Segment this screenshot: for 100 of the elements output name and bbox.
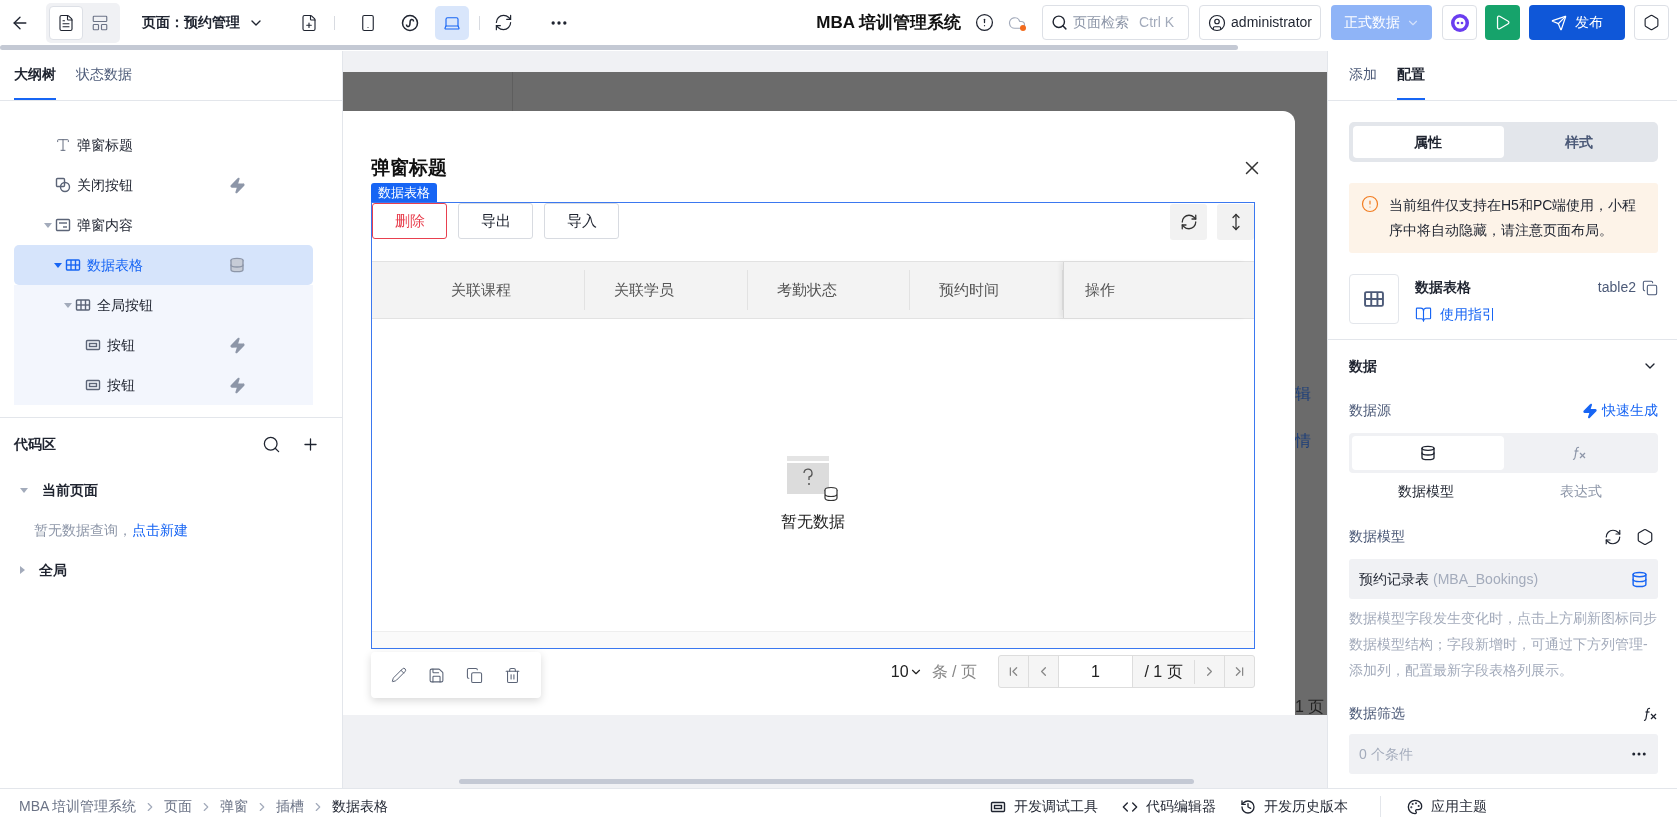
segment-tab[interactable]: 属性 <box>1353 126 1504 158</box>
view-mode-button[interactable] <box>49 5 83 40</box>
phone-icon <box>359 13 377 32</box>
column-header: 考勤状态 <box>748 270 910 310</box>
column-header: 关联学员 <box>585 270 748 310</box>
document-icon <box>57 13 75 32</box>
save-icon[interactable] <box>428 666 446 684</box>
quick-generate-link[interactable]: 快速生成 <box>1582 400 1658 421</box>
alert-icon[interactable] <box>975 13 995 32</box>
tree-item-label: 按钮 <box>107 375 136 395</box>
assistant-button[interactable] <box>1442 5 1477 40</box>
toolbar-button[interactable]: 导入 <box>544 203 619 239</box>
function-icon[interactable] <box>1642 705 1658 722</box>
status-bar-tool[interactable]: 开发调试工具 <box>990 796 1098 817</box>
code-group[interactable]: 当前页面 <box>0 470 342 510</box>
page-size-select[interactable]: 10 <box>890 659 923 684</box>
warning-text: 当前组件仅支持在H5和PC端使用，小程序中将自动隐藏，请注意页面布局。 <box>1389 196 1638 240</box>
page-size-unit: 条 / 页 <box>931 661 977 682</box>
tree-item-label: 数据表格 <box>87 255 144 275</box>
breadcrumb-item[interactable]: 弹窗 <box>220 796 249 817</box>
settings-button[interactable] <box>1634 5 1669 40</box>
app-title: MBA 培训管理系统 <box>816 11 962 34</box>
layout-icon <box>91 13 109 32</box>
bolt-icon[interactable] <box>229 176 246 194</box>
status-bar-tool[interactable]: 开发历史版本 <box>1240 796 1348 817</box>
delete-icon[interactable] <box>503 666 521 684</box>
section-header[interactable]: 数据 <box>1349 340 1658 392</box>
background-text: 1 页 <box>1295 697 1325 715</box>
publish-button[interactable]: 发布 <box>1529 5 1625 40</box>
panel-tab[interactable]: 大纲树 <box>14 51 56 100</box>
button-icon <box>85 337 101 353</box>
tree-item[interactable]: 数据表格 <box>14 245 313 285</box>
caret-icon[interactable] <box>20 566 25 574</box>
row-height-button[interactable] <box>1217 204 1254 240</box>
bolt-icon[interactable] <box>229 336 246 354</box>
panel-tab[interactable]: 状态数据 <box>76 51 132 100</box>
toolbar-button[interactable]: 导出 <box>458 203 533 239</box>
status-bar-tool[interactable]: 代码编辑器 <box>1122 796 1216 817</box>
status-bar-tool[interactable]: 应用主题 <box>1407 796 1487 817</box>
horizontal-scrollbar[interactable] <box>459 779 1194 784</box>
help-text: 数据模型字段发生变化时，点击上方刷新图标同步数据模型结构；字段新增时，可通过下方列管理-添加列，配置最新字段表格列展示。 <box>1349 609 1658 680</box>
caret-icon[interactable] <box>44 222 52 228</box>
component-name: 数据表格 <box>1415 278 1471 297</box>
source-option-label: 数据模型 <box>1397 482 1456 501</box>
user-button[interactable]: administrator <box>1199 5 1321 40</box>
tree-item-label: 按钮 <box>107 335 136 355</box>
search-input[interactable]: 页面检索 <box>1073 12 1136 33</box>
add-page-icon[interactable] <box>300 13 318 32</box>
table-icon <box>65 257 81 273</box>
empty-text: 暂无数据查询， <box>34 520 132 540</box>
breadcrumb-item[interactable]: 页面 <box>164 796 193 817</box>
database-icon <box>1419 445 1436 461</box>
empty-text: 暂无数据 <box>781 512 845 532</box>
edit-icon[interactable] <box>391 667 408 683</box>
database-icon[interactable] <box>229 257 245 273</box>
tree-item[interactable]: 按钮 <box>14 325 313 365</box>
toolbar-button[interactable]: 删除 <box>372 203 447 239</box>
shapes-icon <box>55 177 71 193</box>
page-total: / 1 页 <box>1133 659 1195 684</box>
column-header: 预约时间 <box>910 270 1063 310</box>
caret-icon[interactable] <box>20 487 28 493</box>
code-group[interactable]: 全局 <box>0 550 342 590</box>
copy-icon[interactable] <box>1642 279 1658 296</box>
section-title: 代码区 <box>14 434 56 454</box>
breadcrumb-item[interactable]: 插槽 <box>276 796 305 817</box>
robot-icon <box>1449 12 1470 33</box>
create-link[interactable]: 点击新建 <box>132 519 188 541</box>
tree-item[interactable]: 按钮 <box>14 365 313 405</box>
background-text: 情 <box>1295 431 1311 451</box>
shortcut-hint: Ctrl K <box>1139 13 1175 32</box>
search-icon[interactable] <box>262 434 281 454</box>
table-icon <box>75 297 91 313</box>
tree-item[interactable]: 全局按钮 <box>14 285 313 325</box>
preview-button[interactable] <box>1485 5 1520 40</box>
refresh-icon[interactable] <box>494 13 513 32</box>
settings-icon[interactable] <box>1636 527 1654 546</box>
panel-tab[interactable]: 添加 <box>1349 51 1377 100</box>
breadcrumb-item[interactable]: 数据表格 <box>332 796 389 817</box>
container-icon <box>55 217 71 233</box>
guide-link[interactable]: 使用指引 <box>1415 304 1496 325</box>
caret-icon[interactable] <box>54 262 62 268</box>
column-header: 操作 <box>1063 262 1246 318</box>
breadcrumb-item[interactable]: MBA 培训管理系统 <box>19 796 137 817</box>
panel-tab[interactable]: 配置 <box>1397 51 1425 100</box>
page-input[interactable]: 1 <box>1058 656 1133 687</box>
background-text: 辑 <box>1295 384 1311 404</box>
copy-icon[interactable] <box>465 666 483 684</box>
segment-tab[interactable]: 样式 <box>1503 126 1654 158</box>
toolbar-scrollbar[interactable] <box>0 45 1238 50</box>
refresh-icon[interactable] <box>1604 527 1622 546</box>
selection-tag: 数据表格 <box>371 183 437 202</box>
table-icon <box>1363 288 1385 310</box>
data-model-select[interactable]: 预约记录表 (MBA_Bookings) <box>1349 559 1658 599</box>
bolt-icon <box>1582 402 1598 419</box>
tree-item-label: 全局按钮 <box>97 295 154 315</box>
bolt-icon[interactable] <box>229 376 246 394</box>
tree-item-label: 弹窗标题 <box>77 135 134 155</box>
source-option[interactable] <box>1352 436 1504 470</box>
page-selector[interactable]: 页面：预约管理 <box>142 12 264 33</box>
refresh-button[interactable] <box>1170 204 1207 240</box>
